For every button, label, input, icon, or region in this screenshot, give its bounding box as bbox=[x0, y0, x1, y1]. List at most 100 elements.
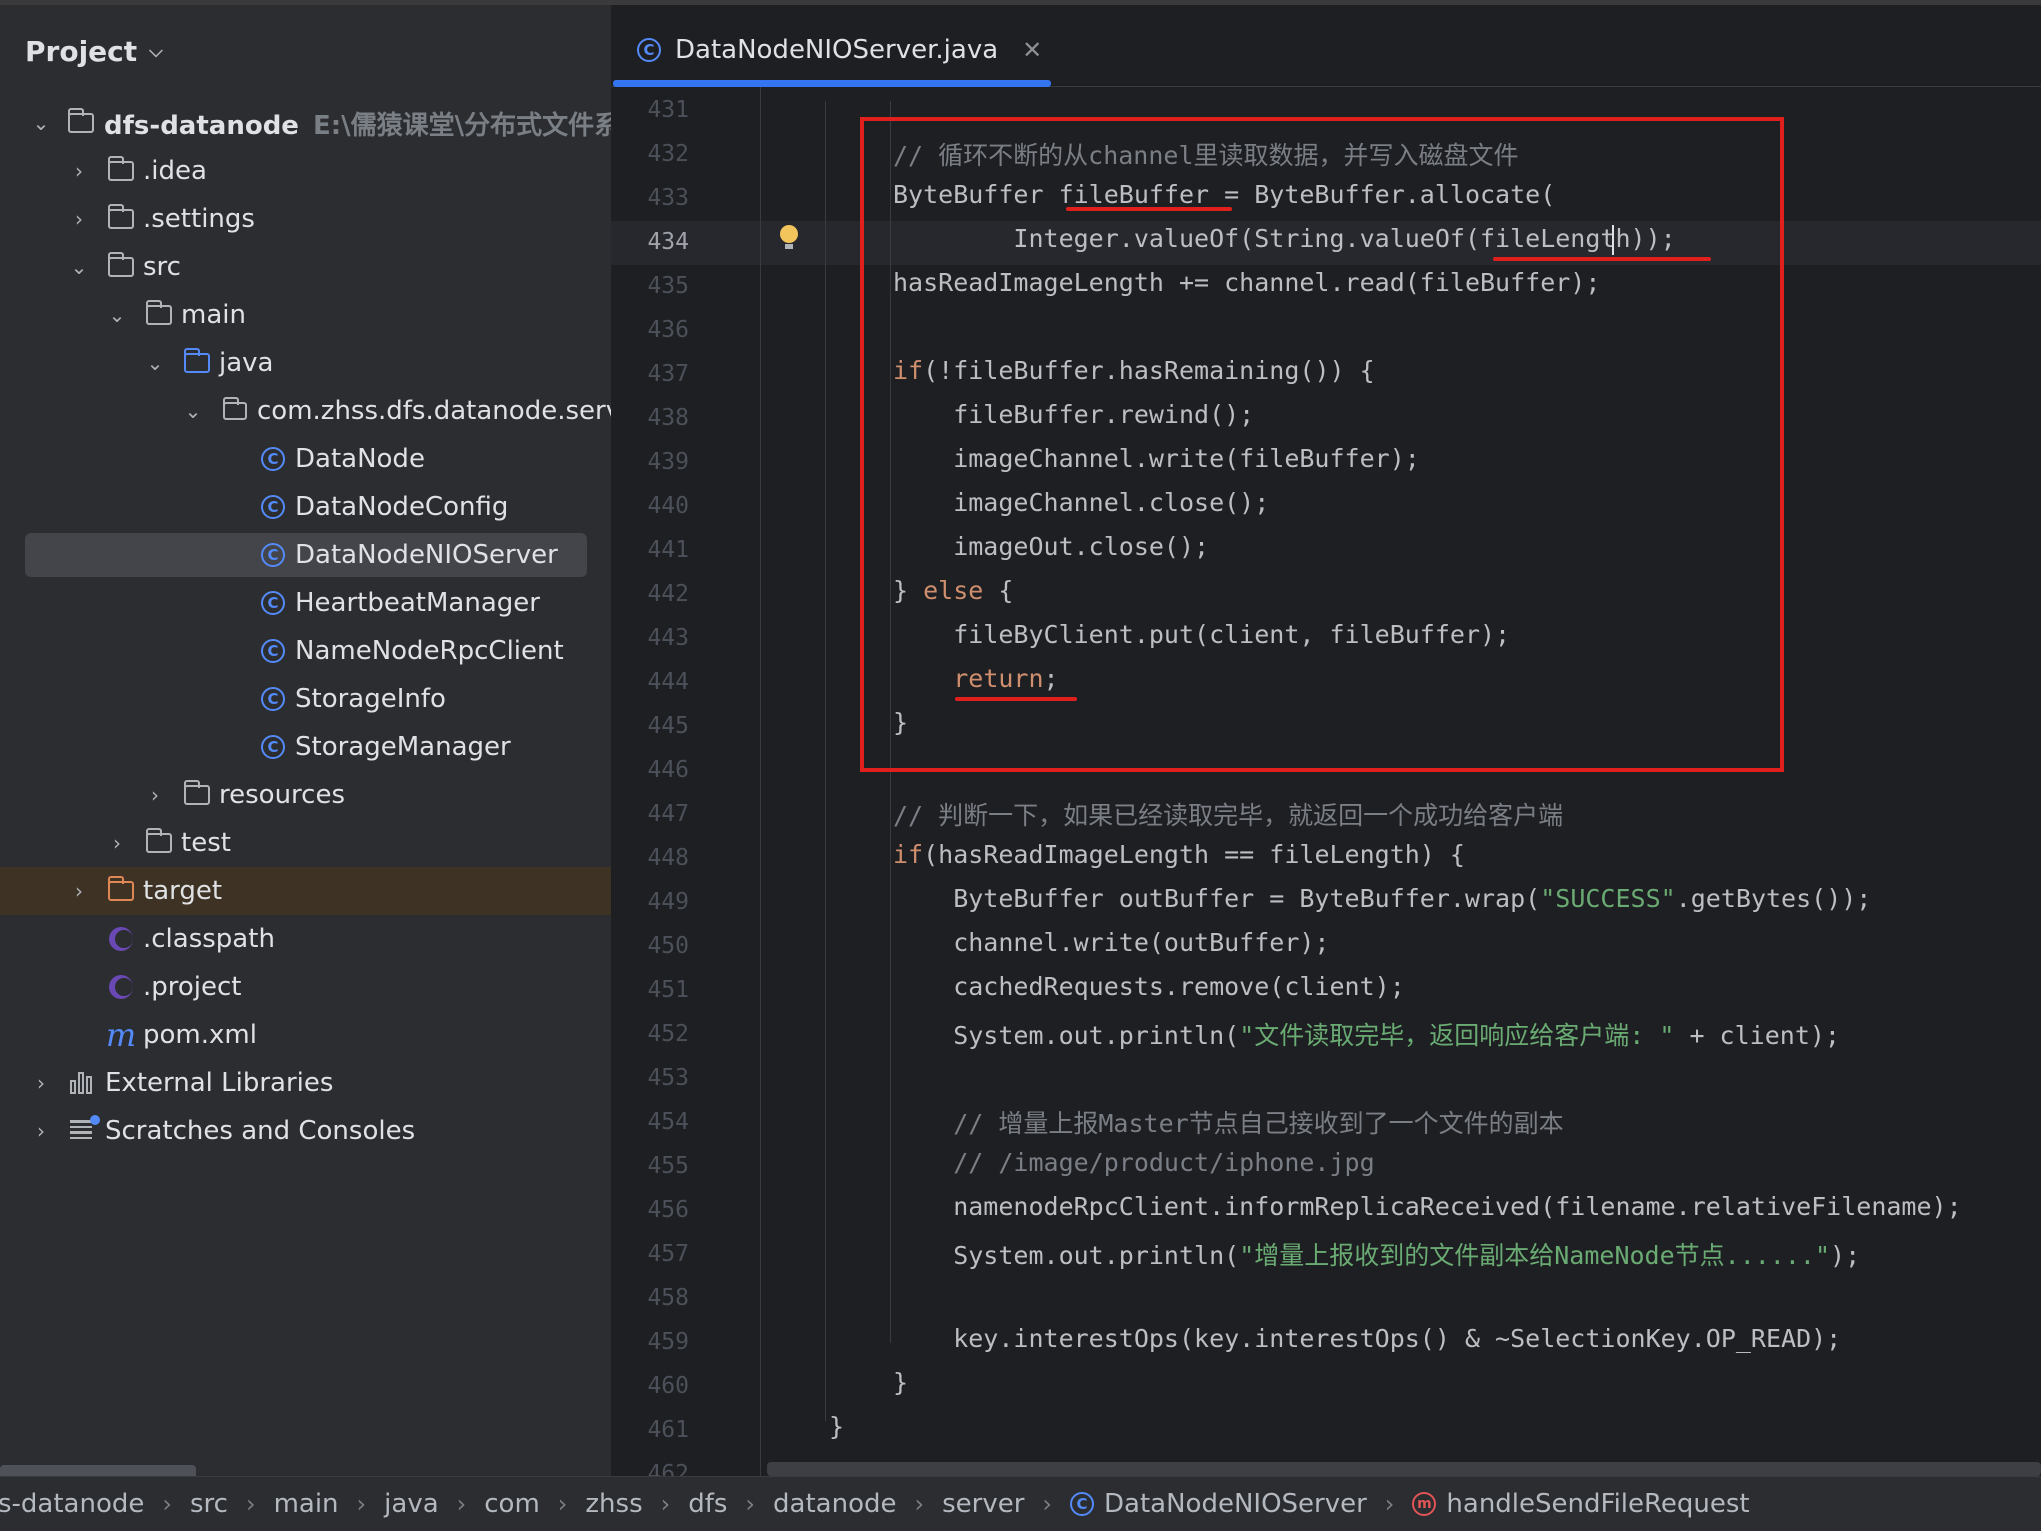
project-view-selector[interactable]: Project ⌵ bbox=[25, 27, 163, 75]
breadcrumb-item[interactable]: zhss bbox=[585, 1489, 642, 1519]
tree-item-idea[interactable]: › .idea bbox=[0, 147, 611, 195]
tree-item-settings[interactable]: › .settings bbox=[0, 195, 611, 243]
line-number: 439 bbox=[647, 449, 689, 475]
line-number: 434 bbox=[647, 229, 689, 255]
chevron-down-icon[interactable]: ⌄ bbox=[106, 303, 128, 327]
breadcrumb-method[interactable]: m handleSendFileRequest bbox=[1412, 1489, 1750, 1519]
tree-item-storagemanager[interactable]: C StorageManager bbox=[0, 723, 611, 771]
tree-item-label: target bbox=[143, 876, 223, 906]
chevron-right-icon[interactable]: › bbox=[144, 783, 166, 807]
tree-item-datanodeconfig[interactable]: C DataNodeConfig bbox=[0, 483, 611, 531]
chevron-right-icon[interactable]: › bbox=[30, 1119, 52, 1143]
annotation-underline bbox=[1066, 207, 1232, 211]
navigation-breadcrumb: s-datanode › src › main › java › com › zhss › … bbox=[0, 1476, 2041, 1531]
breadcrumb-item[interactable]: s-datanode bbox=[0, 1489, 144, 1519]
tree-item-label: NameNodeRpcClient bbox=[295, 636, 564, 666]
code-line: } bbox=[829, 1412, 845, 1441]
breadcrumb-item[interactable]: dfs bbox=[688, 1489, 727, 1519]
breadcrumb-item[interactable]: java bbox=[384, 1489, 438, 1519]
line-number: 460 bbox=[647, 1373, 689, 1399]
tree-item-dfs-datanode[interactable]: ⌄ dfs-datanode E:\儒猿课堂\分布式文件系统 bbox=[0, 99, 611, 147]
code-line: namenodeRpcClient.informReplicaReceived(… bbox=[893, 1192, 1962, 1221]
chevron-right-icon[interactable]: › bbox=[30, 1071, 52, 1095]
line-number: 454 bbox=[647, 1109, 689, 1135]
indent-guide bbox=[825, 101, 826, 1421]
tab-label: DataNodeNIOServer.java bbox=[675, 35, 999, 65]
tree-item-package[interactable]: ⌄ com.zhss.dfs.datanode.server bbox=[0, 387, 611, 435]
folder-icon bbox=[106, 204, 136, 234]
tree-item-resources[interactable]: › resources bbox=[0, 771, 611, 819]
breadcrumb-item[interactable]: datanode bbox=[773, 1489, 896, 1519]
breadcrumb-item[interactable]: com bbox=[484, 1489, 540, 1519]
sidebar-horizontal-scrollbar[interactable] bbox=[0, 1463, 611, 1476]
chevron-right-icon[interactable]: › bbox=[106, 831, 128, 855]
tree-item-heartbeatmanager[interactable]: C HeartbeatManager bbox=[0, 579, 611, 627]
indent-guide bbox=[890, 878, 891, 1343]
scrollbar-thumb[interactable] bbox=[767, 1462, 2041, 1476]
tree-item-target[interactable]: › target bbox=[0, 867, 611, 915]
breadcrumb-item[interactable]: server bbox=[942, 1489, 1024, 1519]
editor-tab-datanodenioserver[interactable]: C DataNodeNIOServer.java ✕ bbox=[637, 25, 1042, 75]
line-number: 450 bbox=[647, 933, 689, 959]
maven-icon: m bbox=[105, 1016, 137, 1054]
tree-item-project[interactable]: .project bbox=[0, 963, 611, 1011]
class-icon: C bbox=[1070, 1492, 1095, 1516]
gutter-divider bbox=[760, 87, 761, 1476]
class-icon: C bbox=[258, 636, 288, 666]
tree-item-namenoderpcclient[interactable]: C NameNodeRpcClient bbox=[0, 627, 611, 675]
tree-item-label: .classpath bbox=[143, 924, 275, 954]
chevron-down-icon[interactable]: ⌄ bbox=[68, 255, 90, 279]
lightbulb-icon[interactable] bbox=[780, 225, 798, 249]
chevron-right-icon: › bbox=[1384, 1490, 1395, 1518]
breadcrumb-item[interactable]: main bbox=[274, 1489, 339, 1519]
chevron-right-icon: › bbox=[356, 1490, 367, 1518]
chevron-right-icon[interactable]: › bbox=[68, 207, 90, 231]
line-number: 437 bbox=[647, 361, 689, 387]
tree-item-datanodenioserver[interactable]: C DataNodeNIOServer bbox=[0, 531, 611, 579]
chevron-right-icon: › bbox=[162, 1490, 172, 1518]
chevron-down-icon[interactable]: ⌄ bbox=[182, 399, 204, 423]
close-icon[interactable]: ✕ bbox=[1022, 36, 1042, 64]
chevron-right-icon[interactable]: › bbox=[68, 159, 90, 183]
line-number: 444 bbox=[647, 669, 689, 695]
scrollbar-thumb[interactable] bbox=[0, 1465, 196, 1476]
class-icon: C bbox=[637, 38, 661, 62]
tree-item-storageinfo[interactable]: C StorageInfo bbox=[0, 675, 611, 723]
chevron-down-icon: ⌵ bbox=[149, 40, 163, 62]
code-line: key.interestOps(key.interestOps() & ~Sel… bbox=[893, 1324, 1842, 1353]
editor-horizontal-scrollbar[interactable] bbox=[611, 1458, 2041, 1476]
breadcrumb-class[interactable]: C DataNodeNIOServer bbox=[1070, 1489, 1367, 1519]
chevron-right-icon[interactable]: › bbox=[68, 879, 90, 903]
tree-item-scratches[interactable]: › Scratches and Consoles bbox=[0, 1107, 611, 1155]
code-line: cachedRequests.remove(client); bbox=[893, 972, 1405, 1001]
libraries-icon bbox=[68, 1068, 98, 1098]
tree-item-label: DataNodeNIOServer bbox=[295, 540, 558, 570]
tree-item-label: pom.xml bbox=[143, 1020, 257, 1050]
line-number: 433 bbox=[647, 185, 689, 211]
editor-tab-bar: C DataNodeNIOServer.java ✕ bbox=[611, 5, 2041, 87]
line-number: 449 bbox=[647, 889, 689, 915]
breadcrumb-label: DataNodeNIOServer bbox=[1104, 1489, 1367, 1519]
tree-item-label: External Libraries bbox=[105, 1068, 334, 1098]
chevron-down-icon[interactable]: ⌄ bbox=[144, 351, 166, 375]
line-number: 432 bbox=[647, 141, 689, 167]
chevron-down-icon[interactable]: ⌄ bbox=[30, 111, 52, 135]
code-editor: C DataNodeNIOServer.java ✕ 431 432 433 4… bbox=[611, 5, 2041, 1476]
tree-item-classpath[interactable]: .classpath bbox=[0, 915, 611, 963]
tree-item-main[interactable]: ⌄ main bbox=[0, 291, 611, 339]
folder-icon bbox=[144, 828, 174, 858]
tree-item-pom[interactable]: m pom.xml bbox=[0, 1011, 611, 1059]
breadcrumb-item[interactable]: src bbox=[190, 1489, 228, 1519]
tree-item-java[interactable]: ⌄ java bbox=[0, 339, 611, 387]
line-number: 456 bbox=[647, 1197, 689, 1223]
tree-item-label: .project bbox=[143, 972, 242, 1002]
folder-icon bbox=[144, 300, 174, 330]
code-line: channel.write(outBuffer); bbox=[893, 928, 1330, 957]
tree-item-external-libraries[interactable]: › External Libraries bbox=[0, 1059, 611, 1107]
eclipse-file-icon bbox=[106, 972, 136, 1002]
tree-item-datanode[interactable]: C DataNode bbox=[0, 435, 611, 483]
code-line: ByteBuffer outBuffer = ByteBuffer.wrap("… bbox=[893, 884, 1872, 913]
module-folder-icon bbox=[66, 108, 96, 138]
tree-item-src[interactable]: ⌄ src bbox=[0, 243, 611, 291]
tree-item-test[interactable]: › test bbox=[0, 819, 611, 867]
